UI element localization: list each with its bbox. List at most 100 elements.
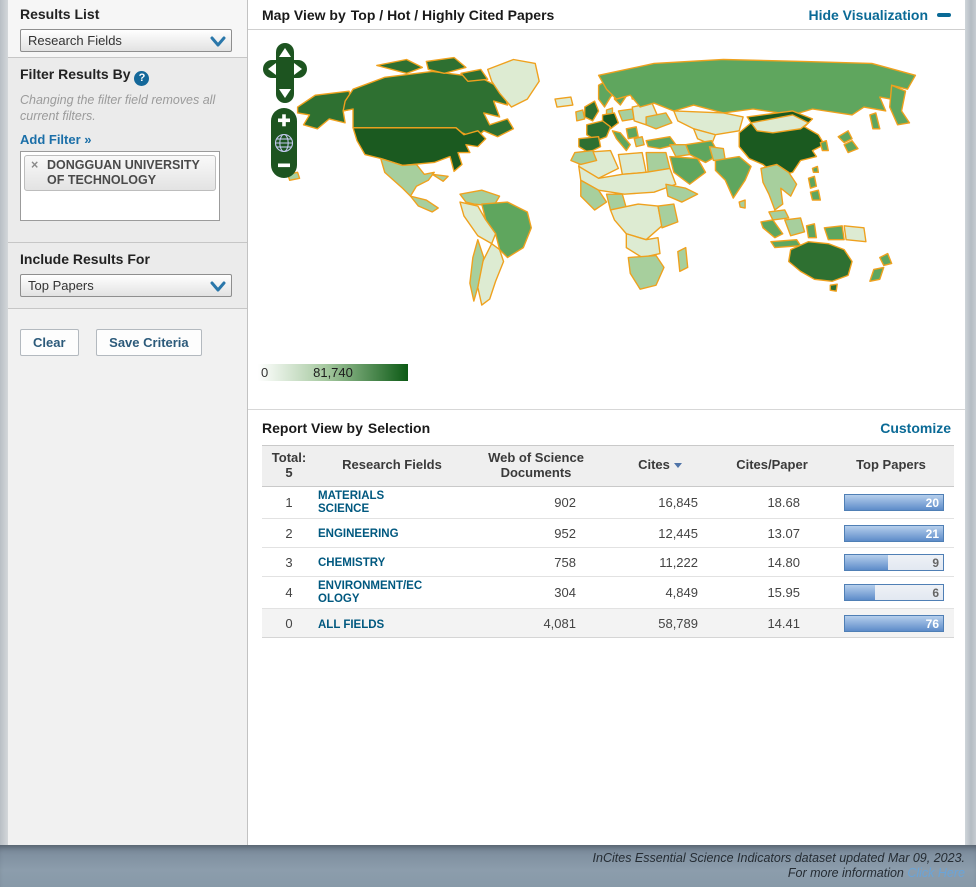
cites-header[interactable]: Cites xyxy=(604,446,716,487)
include-results-dropdown-value: Top Papers xyxy=(28,278,94,293)
table-row: 3 CHEMISTRY 758 11,222 14.80 9 xyxy=(262,548,954,577)
help-icon[interactable]: ? xyxy=(134,71,149,86)
map-zoom-control[interactable] xyxy=(269,106,299,180)
top-papers-bar-fill xyxy=(845,555,888,570)
report-table: Total: 5 Research Fields Web of Science … xyxy=(262,445,954,638)
top-papers-bar-fill xyxy=(845,585,875,600)
report-view-header: Report View bySelection Customize xyxy=(248,410,965,445)
cites-per-paper-cell: 14.41 xyxy=(716,609,828,638)
top-papers-bar: 9 xyxy=(844,554,944,571)
active-filters-box: × DONGGUAN UNIVERSITY OF TECHNOLOGY xyxy=(20,151,220,221)
rank-cell: 3 xyxy=(262,548,316,577)
field-cell: MATERIALS SCIENCE xyxy=(316,486,468,518)
minus-icon xyxy=(937,13,951,17)
cites-cell: 12,445 xyxy=(604,519,716,548)
top-papers-bar: 20 xyxy=(844,494,944,511)
remove-filter-icon[interactable]: × xyxy=(31,158,38,172)
table-row: 4 ENVIRONMENT/ECOLOGY 304 4,849 15.95 6 xyxy=(262,577,954,609)
cites-cell: 11,222 xyxy=(604,548,716,577)
table-row: 0 ALL FIELDS 4,081 58,789 14.41 76 xyxy=(262,609,954,638)
field-cell: ENVIRONMENT/ECOLOGY xyxy=(316,577,468,609)
research-field-link[interactable]: ENGINEERING xyxy=(318,528,399,541)
map-pan-control[interactable] xyxy=(263,43,307,103)
cites-cell: 4,849 xyxy=(604,577,716,609)
top-papers-cell: 6 xyxy=(828,577,954,609)
top-papers-header[interactable]: Top Papers xyxy=(828,446,954,487)
docs-cell: 902 xyxy=(468,486,604,518)
cites-per-paper-header[interactable]: Cites/Paper xyxy=(716,446,828,487)
sort-desc-icon xyxy=(674,463,682,468)
field-cell: ALL FIELDS xyxy=(316,609,468,638)
top-papers-value: 20 xyxy=(926,496,939,510)
docs-cell: 304 xyxy=(468,577,604,609)
hide-visualization-link[interactable]: Hide Visualization xyxy=(808,7,951,23)
add-filter-link[interactable]: Add Filter » xyxy=(20,132,92,147)
top-papers-bar: 76 xyxy=(844,615,944,632)
research-field-link[interactable]: ALL FIELDS xyxy=(318,619,384,632)
filter-tag-label: DONGGUAN UNIVERSITY OF TECHNOLOGY xyxy=(47,158,200,186)
cites-cell: 58,789 xyxy=(604,609,716,638)
wos-documents-header[interactable]: Web of Science Documents xyxy=(468,446,604,487)
research-fields-header[interactable]: Research Fields xyxy=(316,446,468,487)
chevron-down-icon xyxy=(210,280,226,296)
cites-per-paper-cell: 18.68 xyxy=(716,486,828,518)
table-row: 1 MATERIALS SCIENCE 902 16,845 18.68 20 xyxy=(262,486,954,518)
rank-cell: 1 xyxy=(262,486,316,518)
rank-cell: 2 xyxy=(262,519,316,548)
total-header: Total: 5 xyxy=(262,446,316,487)
customize-link[interactable]: Customize xyxy=(880,420,951,436)
docs-cell: 4,081 xyxy=(468,609,604,638)
include-results-section: Include Results For Top Papers xyxy=(8,243,247,309)
top-papers-bar: 21 xyxy=(844,525,944,542)
top-papers-value: 76 xyxy=(926,617,939,631)
report-view-title: Report View bySelection xyxy=(262,420,430,436)
left-edge-strip xyxy=(0,0,8,845)
cites-per-paper-cell: 13.07 xyxy=(716,519,828,548)
field-cell: ENGINEERING xyxy=(316,519,468,548)
research-field-link[interactable]: MATERIALS SCIENCE xyxy=(318,490,430,515)
top-papers-value: 21 xyxy=(926,527,939,541)
top-papers-bar: 6 xyxy=(844,584,944,601)
top-papers-value: 6 xyxy=(932,586,939,600)
results-list-dropdown[interactable]: Research Fields xyxy=(20,29,232,52)
main-panel: Map View byTop / Hot / Highly Cited Pape… xyxy=(248,0,965,845)
legend-max-label: 81,740 xyxy=(258,365,408,380)
footer-dataset-line: InCites Essential Science Indicators dat… xyxy=(593,851,965,866)
include-results-dropdown[interactable]: Top Papers xyxy=(20,274,232,297)
cites-cell: 16,845 xyxy=(604,486,716,518)
cites-per-paper-cell: 14.80 xyxy=(716,548,828,577)
incites-esi-page: Results List Research Fields Filter Resu… xyxy=(0,0,976,887)
sidebar-actions: Clear Save Criteria xyxy=(8,309,247,845)
map-view-header: Map View byTop / Hot / Highly Cited Pape… xyxy=(248,0,965,30)
filter-note: Changing the filter field removes all cu… xyxy=(20,93,235,124)
footer-info-line: For more information Click Here xyxy=(788,866,965,881)
top-papers-cell: 21 xyxy=(828,519,954,548)
docs-cell: 758 xyxy=(468,548,604,577)
sidebar: Results List Research Fields Filter Resu… xyxy=(8,0,248,845)
research-field-link[interactable]: ENVIRONMENT/ECOLOGY xyxy=(318,580,430,605)
world-map[interactable] xyxy=(258,44,958,374)
zoom-out-icon xyxy=(278,164,290,168)
top-papers-value: 9 xyxy=(932,556,939,570)
map-color-legend: 0 81,740 xyxy=(258,364,408,381)
save-criteria-button[interactable]: Save Criteria xyxy=(96,329,202,356)
results-list-section: Results List Research Fields xyxy=(8,0,247,58)
click-here-link[interactable]: Click Here xyxy=(907,866,965,880)
results-list-dropdown-value: Research Fields xyxy=(28,33,122,48)
page-footer: InCites Essential Science Indicators dat… xyxy=(0,845,976,887)
docs-cell: 952 xyxy=(468,519,604,548)
map-view-title: Map View byTop / Hot / Highly Cited Pape… xyxy=(262,7,554,23)
right-edge-strip xyxy=(965,0,976,845)
rank-cell: 4 xyxy=(262,577,316,609)
research-field-link[interactable]: CHEMISTRY xyxy=(318,557,385,570)
table-row: 2 ENGINEERING 952 12,445 13.07 21 xyxy=(262,519,954,548)
rank-cell: 0 xyxy=(262,609,316,638)
table-header-row: Total: 5 Research Fields Web of Science … xyxy=(262,446,954,487)
clear-button[interactable]: Clear xyxy=(20,329,79,356)
cites-per-paper-cell: 15.95 xyxy=(716,577,828,609)
include-results-title: Include Results For xyxy=(20,251,235,267)
top-papers-cell: 76 xyxy=(828,609,954,638)
filter-results-section: Filter Results By? Changing the filter f… xyxy=(8,58,247,243)
filter-results-title: Filter Results By? xyxy=(20,66,235,86)
top-papers-cell: 9 xyxy=(828,548,954,577)
